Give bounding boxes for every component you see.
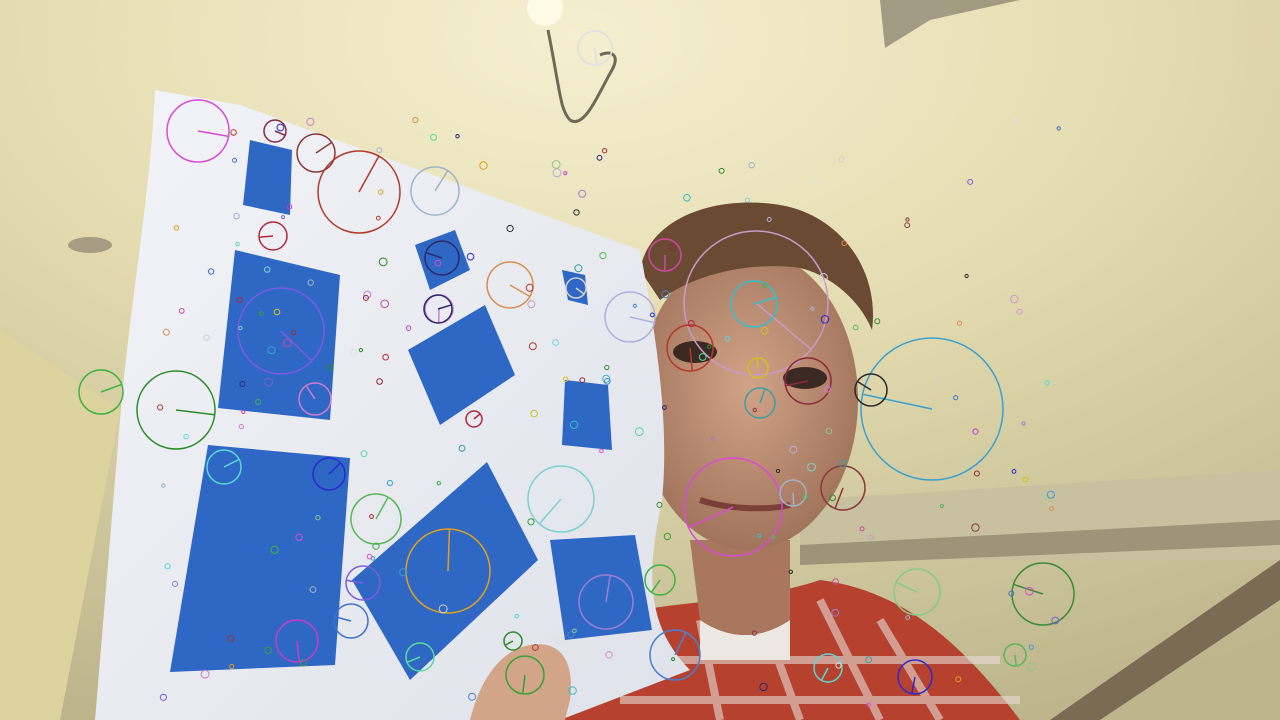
wall-fixture <box>68 237 112 253</box>
right-eye <box>783 367 827 389</box>
photo-scene <box>0 0 1280 720</box>
blue-square <box>550 535 652 640</box>
face <box>638 250 858 550</box>
blue-square <box>562 380 612 450</box>
keypoint-orientation <box>792 492 795 507</box>
neck <box>690 540 790 635</box>
blue-square <box>243 140 292 215</box>
blue-square <box>218 250 340 420</box>
keypoint-orientation <box>756 357 759 369</box>
